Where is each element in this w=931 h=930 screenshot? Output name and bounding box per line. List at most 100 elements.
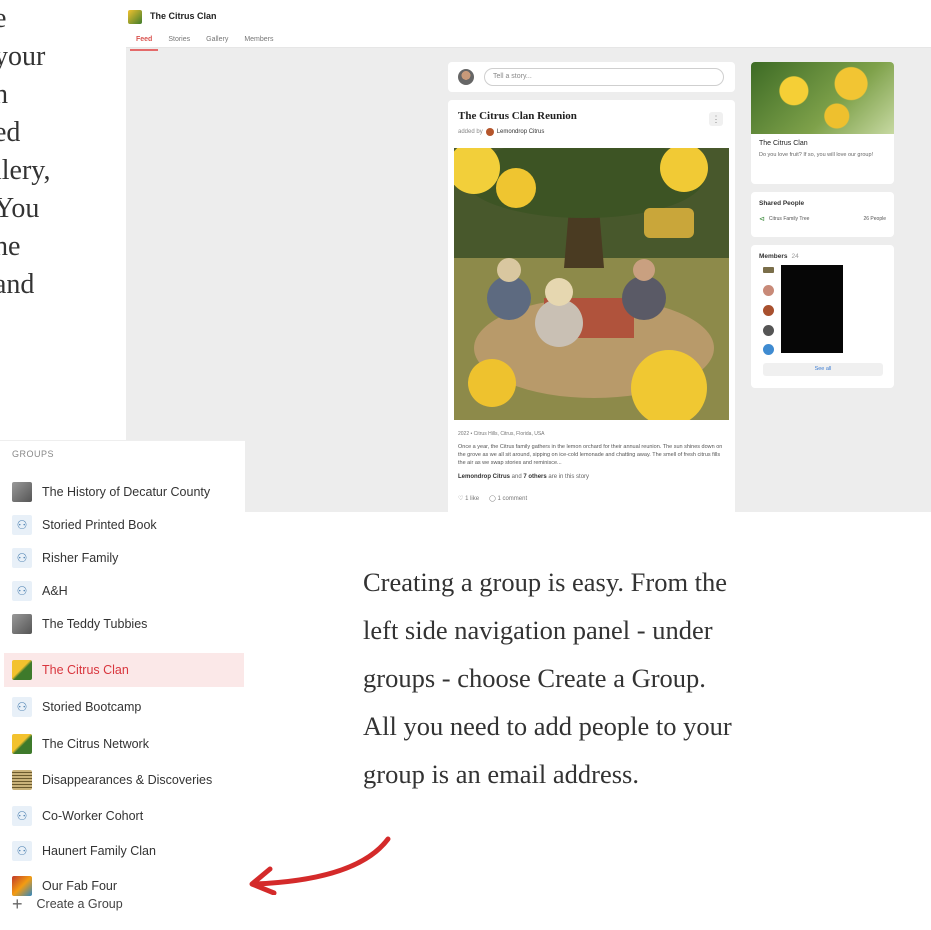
about-title: The Citrus Clan [759,140,808,147]
group-avatar [128,10,142,24]
people-icon: ⚇ [12,581,32,601]
photo-icon [12,614,32,634]
story-post: The Citrus Clan Reunion ⋮ added by Lemon… [448,100,735,512]
sidebar-item-label: The History of Decatur County [42,485,211,499]
people-icon: ⚇ [12,697,32,717]
post-author: added by Lemondrop Citrus [458,128,544,136]
sidebar-item-storied-printed-book[interactable]: ⚇ Storied Printed Book [4,508,244,542]
user-avatar [458,69,474,85]
more-menu-icon[interactable]: ⋮ [709,112,723,126]
sidebar-item-label: Our Fab Four [42,879,118,893]
about-description: Do you love fruit? If so, you will love … [759,152,874,158]
group-cover-image [751,62,894,134]
member-avatar[interactable] [763,305,774,316]
heart-icon: ♡ [458,496,464,502]
photo-icon [12,876,32,896]
post-photo[interactable] [454,148,729,420]
member-avatar[interactable] [763,285,774,296]
tab-gallery[interactable]: Gallery [206,36,228,49]
sidebar-item-haunert-family-clan[interactable]: ⚇ Haunert Family Clan [4,834,244,868]
group-about-card: The Citrus Clan Do you love fruit? If so… [751,62,894,184]
post-title[interactable]: The Citrus Clan Reunion [458,110,577,122]
intro-line: your [0,41,46,72]
group-page-screenshot: The Citrus Clan Feed Stories Gallery Mem… [126,0,931,512]
comment-icon: ◯ [489,496,496,502]
sidebar-item-citrus-clan[interactable]: The Citrus Clan [4,653,244,687]
caption-line: All you need to add people to your [363,711,732,741]
plus-icon: + [12,894,23,914]
post-actions: ♡ 1 like ◯ 1 comment [458,495,527,502]
tree-name: Citrus Family Tree [768,216,810,222]
shared-people-heading: Shared People [759,200,805,207]
sidebar-item-co-worker-cohort[interactable]: ⚇ Co-Worker Cohort [4,799,244,833]
people-others[interactable]: 7 others [523,474,546,480]
tab-members[interactable]: Members [244,36,273,49]
story-input[interactable]: Tell a story... [484,68,724,86]
intro-line: and [0,269,35,300]
sidebar-item-teddy-tubbies[interactable]: The Teddy Tubbies [4,607,244,641]
members-heading: Members 24 [759,253,894,260]
author-avatar [485,128,494,136]
group-header: The Citrus Clan Feed Stories Gallery Mem… [126,0,931,51]
people-icon: ⚇ [12,515,32,535]
sidebar-item-label: The Citrus Clan [42,663,129,677]
sidebar-item-storied-bootcamp[interactable]: ⚇ Storied Bootcamp [4,690,244,724]
added-by-label: added by [458,129,483,135]
members-label: Members [759,253,788,260]
sidebar-item-label: Storied Printed Book [42,518,157,532]
members-card: Members 24 See all [751,245,894,388]
sidebar-item-history-of-decatur-county[interactable]: The History of Decatur County [4,475,244,509]
author-name[interactable]: Lemondrop Citrus [497,129,545,135]
red-arrow-icon [249,836,391,895]
member-avatar[interactable] [763,267,774,273]
sidebar-item-citrus-network[interactable]: The Citrus Network [4,727,244,761]
people-icon: ⚇ [12,806,32,826]
caption-line: left side navigation panel - under [363,615,713,645]
groups-sidebar: GROUPS The History of Decatur County ⚇ S… [0,440,245,930]
citrus-icon [12,660,32,680]
sidebar-item-label: Storied Bootcamp [42,700,142,714]
intro-line: llery, [0,155,51,186]
post-excerpt: Once a year, the Citrus family gathers i… [458,444,723,466]
sidebar-item-disappearances-and-discoveries[interactable]: Disappearances & Discoveries [4,763,244,797]
group-title: The Citrus Clan [150,11,217,21]
intro-text: e your h ed llery, You he and [0,0,124,304]
like-count: 1 like [465,496,480,502]
caption-line: groups - choose Create a Group. [363,663,706,693]
people-suffix: are in this story [548,474,590,480]
comment-button[interactable]: ◯ 1 comment [489,495,527,502]
member-avatar[interactable] [763,325,774,336]
people-icon: ⚇ [12,841,32,861]
sidebar-item-risher-family[interactable]: ⚇ Risher Family [4,541,244,575]
citrus-icon [12,734,32,754]
intro-line: You [0,193,40,224]
member-avatar[interactable] [763,344,774,355]
see-all-members-button[interactable]: See all [763,363,883,376]
instruction-caption: Creating a group is easy. From the left … [363,558,923,798]
people-connector: and [511,474,522,480]
post-date-location: 2022 • Citrus Hills, Citrus, Florida, US… [458,431,545,437]
sidebar-item-label: Haunert Family Clan [42,844,156,858]
sidebar-item-label: The Teddy Tubbies [42,617,148,631]
sidebar-item-label: The Citrus Network [42,737,149,751]
members-count: 24 [791,253,799,260]
tab-stories[interactable]: Stories [168,36,190,49]
create-group-button[interactable]: + Create a Group [12,895,123,913]
sidebar-item-label: A&H [42,584,68,598]
people-name[interactable]: Lemondrop Citrus [458,474,510,480]
tree-count: 26 People [863,216,886,222]
sidebar-item-a-and-h[interactable]: ⚇ A&H [4,574,244,608]
intro-line: e [0,3,7,34]
share-icon: ⊲ [759,216,765,223]
redacted-member-names [781,265,843,353]
like-button[interactable]: ♡ 1 like [458,495,479,502]
intro-line: h [0,79,8,110]
story-composer: Tell a story... [448,62,735,92]
comment-count: 1 comment [497,496,528,502]
tab-feed[interactable]: Feed [129,36,159,51]
post-people: Lemondrop Citrus and 7 others are in thi… [458,474,589,480]
shared-people-card: Shared People ⊲ Citrus Family Tree 26 Pe… [751,192,894,237]
sidebar-item-label: Co-Worker Cohort [42,809,144,823]
sidebar-item-label: Risher Family [42,551,119,565]
shared-tree-row[interactable]: ⊲ Citrus Family Tree 26 People [759,215,886,223]
